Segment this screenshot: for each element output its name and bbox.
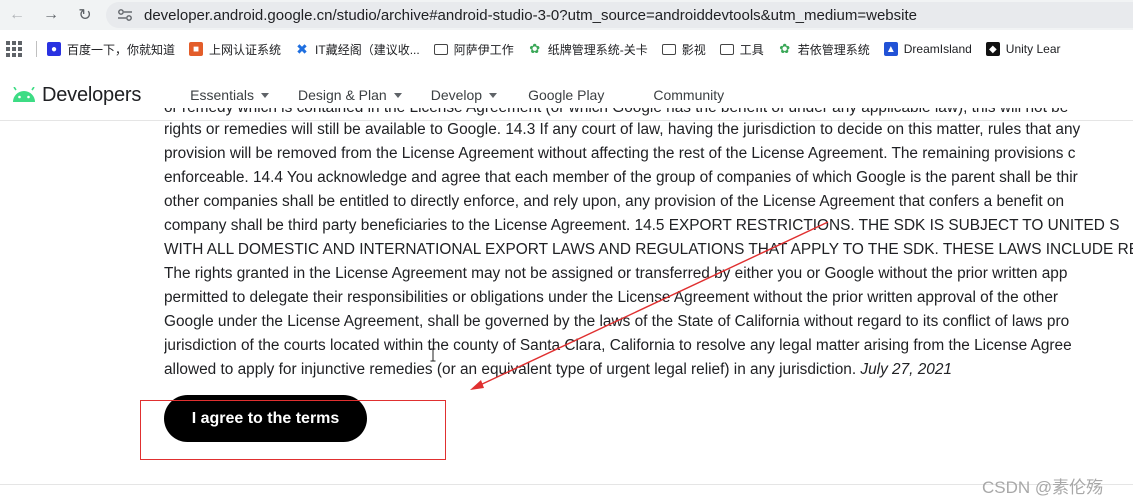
- nav-label: Design & Plan: [297, 87, 387, 103]
- bookmark-label: 影视: [681, 42, 706, 57]
- nav-develop[interactable]: Develop: [430, 87, 498, 103]
- logo-text: Developers: [42, 83, 142, 106]
- nav-community[interactable]: Community: [653, 87, 724, 103]
- bookmark-item[interactable]: ✿ 纸牌管理系统-关卡: [528, 41, 648, 58]
- bookmarks-separator: [36, 41, 37, 57]
- apps-grid-icon[interactable]: [6, 41, 22, 57]
- leaf-icon: ✿: [529, 41, 541, 56]
- dreamisland-icon: ▲: [883, 42, 898, 56]
- license-text-clipped-line: or remedy which is contained in the Lice…: [164, 108, 1133, 120]
- bookmark-label: 百度一下，你就知道: [67, 42, 176, 57]
- bookmark-item[interactable]: ✖ IT藏经阁（建议收...: [295, 41, 420, 58]
- bookmark-label: Unity Lear: [1005, 42, 1061, 56]
- csdn-watermark: CSDN @素伦殇: [982, 478, 1104, 497]
- bookmark-label: 上网认证系统: [209, 42, 282, 57]
- bookmark-item[interactable]: ◆ Unity Lear: [985, 42, 1061, 56]
- bookmark-label: DreamIsland: [903, 42, 972, 56]
- license-agreement-text: or remedy which is contained in the Lice…: [164, 106, 1133, 382]
- bookmark-item[interactable]: ▲ DreamIsland: [883, 42, 972, 56]
- nav-google-play[interactable]: Google Play: [528, 87, 604, 103]
- site-settings-icon[interactable]: [116, 6, 134, 24]
- license-text-final-sentence: allowed to apply for injunctive remedies…: [164, 361, 857, 378]
- campus-auth-icon: ■: [189, 42, 204, 56]
- bookmark-item[interactable]: ■ 上网认证系统: [189, 41, 281, 58]
- developers-logo[interactable]: Developers: [11, 84, 141, 107]
- reload-icon[interactable]: ↻: [74, 4, 96, 26]
- bookmark-label: IT藏经阁（建议收...: [315, 42, 420, 57]
- url-text[interactable]: developer.android.google.cn/studio/archi…: [144, 7, 917, 24]
- license-text-line: company shall be third party beneficiari…: [164, 217, 1120, 234]
- nav-essentials[interactable]: Essentials: [190, 87, 269, 103]
- license-text-line: jurisdiction of the courts located withi…: [164, 337, 1072, 354]
- bookmark-item[interactable]: 阿萨伊工作: [433, 41, 514, 58]
- license-text-line: enforceable. 14.4 You acknowledge and ag…: [164, 169, 1078, 186]
- android-head-icon: [13, 87, 35, 102]
- chevron-down-icon: [260, 92, 269, 98]
- license-date: July 27, 2021: [860, 361, 952, 378]
- leaf-icon: ✿: [779, 41, 791, 56]
- nav-label: Essentials: [190, 87, 254, 103]
- license-text-line: provision will be removed from the Licen…: [164, 145, 1076, 162]
- license-text-line: The rights granted in the License Agreem…: [164, 265, 1068, 282]
- license-text-line: Google under the License Agreement, shal…: [164, 313, 1070, 330]
- baidu-paw-icon: ●: [47, 42, 61, 56]
- license-text-line: permitted to delegate their responsibili…: [164, 289, 1059, 306]
- bookmark-item[interactable]: 影视: [661, 41, 706, 58]
- annotation-highlight-box: [140, 400, 446, 460]
- main-nav: Essentials Design & Plan Develop Google …: [190, 87, 753, 103]
- license-text-line-top: or remedy which is contained in the Lice…: [164, 108, 1133, 120]
- nav-label: Google Play: [528, 87, 605, 103]
- browser-toolbar: ← → ↻ developer.android.google.cn/studio…: [0, 0, 1133, 30]
- back-arrow-icon[interactable]: ←: [6, 4, 28, 26]
- folder-icon: [433, 43, 448, 55]
- text-cursor-icon: [430, 348, 436, 362]
- butterfly-icon: ✖: [296, 40, 308, 57]
- bookmark-item[interactable]: 工具: [719, 41, 764, 58]
- nav-label: Community: [653, 87, 725, 103]
- license-text-line: rights or remedies will still be availab…: [164, 121, 1081, 138]
- license-text-line: other companies shall be entitled to dir…: [164, 193, 1065, 210]
- bookmark-item[interactable]: ● 百度一下，你就知道: [47, 41, 175, 58]
- unity-icon: ◆: [985, 42, 1000, 56]
- bookmark-label: 阿萨伊工作: [453, 42, 514, 57]
- folder-icon: [719, 43, 734, 55]
- chevron-down-icon: [393, 92, 402, 98]
- nav-design-plan[interactable]: Design & Plan: [298, 87, 402, 103]
- license-text-last-line: allowed to apply for injunctive remedies…: [164, 358, 1133, 382]
- bookmark-label: 若依管理系统: [797, 42, 870, 57]
- nav-label: Develop: [430, 87, 483, 103]
- bookmark-label: 纸牌管理系统-关卡: [547, 42, 648, 57]
- chevron-down-icon: [489, 92, 498, 98]
- folder-icon: [661, 43, 676, 55]
- footer-divider: [0, 484, 1133, 485]
- bookmark-label: 工具: [739, 42, 764, 57]
- bookmarks-bar: ● 百度一下，你就知道 ■ 上网认证系统 ✖ IT藏经阁（建议收... 阿萨伊工…: [0, 34, 1133, 64]
- bookmark-item[interactable]: ✿ 若依管理系统: [778, 41, 870, 58]
- license-text-line: WITH ALL DOMESTIC AND INTERNATIONAL EXPO…: [164, 241, 1133, 258]
- address-bar[interactable]: developer.android.google.cn/studio/archi…: [106, 2, 1133, 28]
- forward-arrow-icon[interactable]: →: [40, 4, 62, 26]
